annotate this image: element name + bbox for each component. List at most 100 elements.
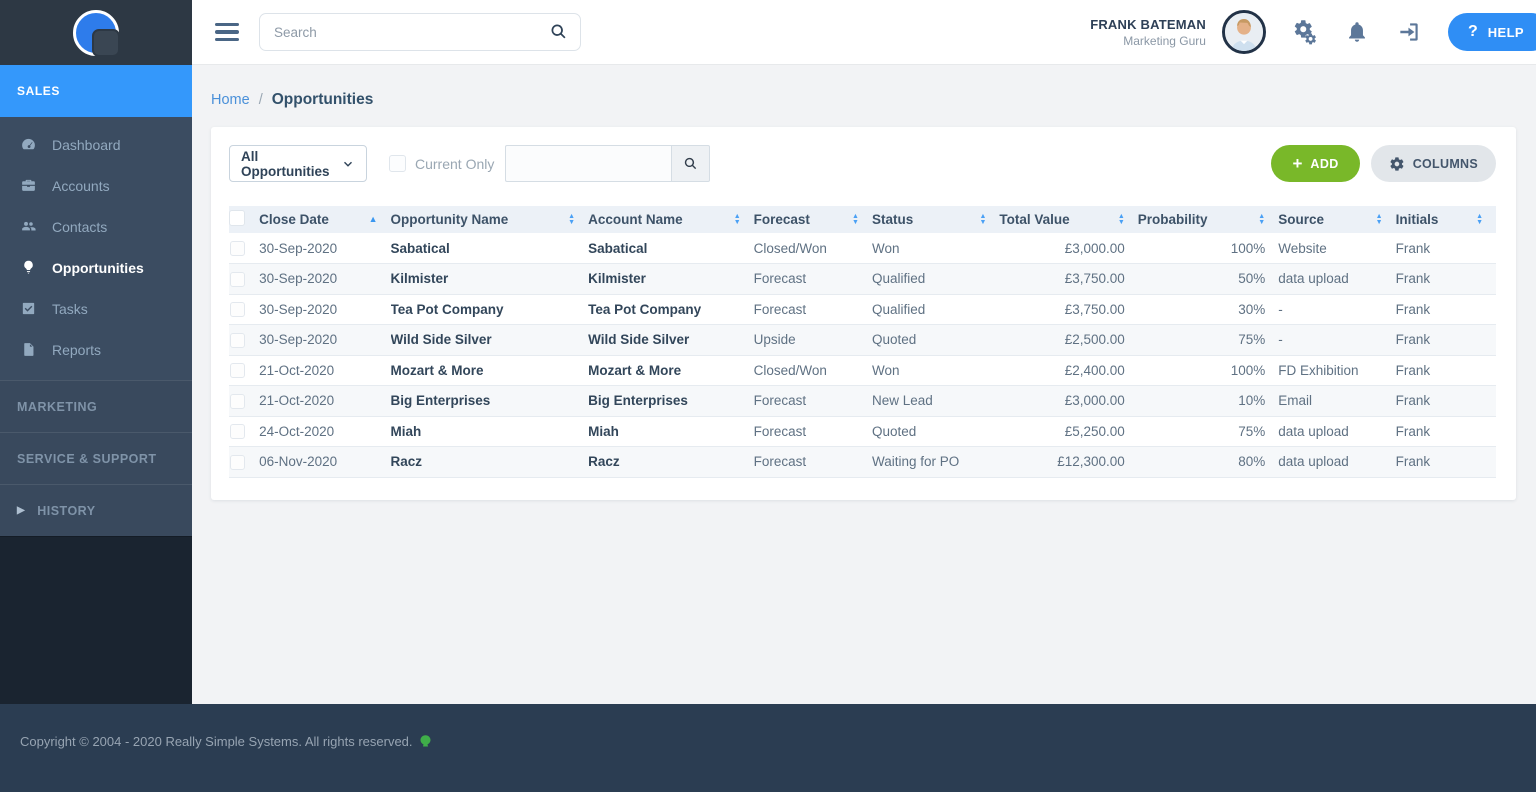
column-header-account-name[interactable]: Account Name ▲ ▼: [588, 206, 754, 233]
cell-forecast: Forecast: [753, 423, 807, 439]
add-button[interactable]: + ADD: [1271, 145, 1360, 182]
row-checkbox-cell: [229, 325, 259, 356]
global-search-input[interactable]: [259, 13, 581, 51]
cell-initials: Frank: [1395, 423, 1431, 439]
row-checkbox[interactable]: [230, 302, 245, 318]
settings-cogs-icon[interactable]: [1292, 19, 1318, 45]
avatar[interactable]: [1221, 10, 1266, 54]
sort-both-icon: ▲ ▼: [733, 212, 741, 226]
sidebar-section-label: HISTORY: [37, 503, 96, 518]
column-header-forecast[interactable]: Forecast ▲ ▼: [754, 206, 872, 233]
notifications-bell-icon[interactable]: [1344, 19, 1370, 45]
column-header-probability[interactable]: Probability ▲ ▼: [1138, 206, 1278, 233]
column-header-status[interactable]: Status ▲ ▼: [872, 206, 999, 233]
content-area: Home / Opportunities All Opportunities C…: [192, 65, 1536, 704]
row-checkbox-cell: [229, 264, 259, 295]
table-row[interactable]: 30-Sep-2020 Tea Pot Company Tea Pot Compan…: [229, 294, 1496, 325]
row-checkbox[interactable]: [230, 393, 245, 409]
search-icon[interactable]: [548, 21, 569, 42]
row-checkbox[interactable]: [230, 240, 245, 256]
footer: Copyright © 2004 - 2020 Really Simple Sy…: [0, 704, 1536, 792]
cell-opportunity-name: Sabatical: [390, 240, 450, 256]
row-checkbox-cell: [229, 416, 259, 447]
current-only-checkbox[interactable]: [389, 155, 406, 172]
sort-both-icon: ▲ ▼: [979, 212, 987, 226]
sidebar-item-accounts[interactable]: Accounts: [0, 165, 192, 206]
table-row[interactable]: 30-Sep-2020 Kilmister Kilmister Forecast Qua…: [229, 263, 1496, 295]
sidebar-section-service-support[interactable]: SERVICE & SUPPORT: [0, 432, 192, 484]
column-header-close-date[interactable]: Close Date ▲: [259, 206, 390, 233]
app-logo[interactable]: [73, 9, 120, 57]
cell-total-value: £12,300.00: [1057, 454, 1125, 470]
table-row[interactable]: 21-Oct-2020 Mozart & More Mozart & More Clo…: [229, 355, 1496, 386]
sidebar-section-marketing[interactable]: MARKETING: [0, 380, 192, 432]
columns-button[interactable]: COLUMNS: [1370, 145, 1496, 182]
cell-status: New Lead: [871, 393, 933, 409]
row-checkbox[interactable]: [230, 454, 245, 470]
list-search-button[interactable]: [671, 145, 711, 182]
view-filter-select[interactable]: All Opportunities: [229, 145, 367, 182]
gear-icon: [1390, 156, 1404, 171]
sidebar-item-dashboard[interactable]: Dashboard: [0, 124, 192, 165]
cell-account-name: Mozart & More: [588, 362, 682, 378]
column-label: Status: [871, 212, 914, 227]
table-row[interactable]: 30-Sep-2020 Sabatical Sabatical Closed/Won W…: [229, 233, 1496, 264]
sidebar-item-label: Reports: [52, 341, 102, 358]
logo-band: [0, 0, 192, 65]
breadcrumb: Home / Opportunities: [211, 65, 1516, 127]
sort-asc-icon: ▲: [368, 214, 378, 224]
row-checkbox[interactable]: [230, 332, 245, 348]
hamburger-menu-icon[interactable]: [215, 22, 239, 42]
opportunities-card: All Opportunities Current Only + ADD COL…: [211, 127, 1516, 500]
table-row[interactable]: 30-Sep-2020 Wild Side Silver Wild Side Sil…: [229, 324, 1496, 356]
sidebar: SALES Dashboard Accounts Contacts Opport…: [0, 0, 192, 704]
sidebar-item-contacts[interactable]: Contacts: [0, 206, 192, 247]
list-search-input[interactable]: [505, 145, 672, 182]
column-header-opportunity-name[interactable]: Opportunity Name ▲ ▼: [391, 206, 589, 233]
row-checkbox[interactable]: [230, 271, 245, 287]
user-info[interactable]: FRANK BATEMAN Marketing Guru: [1090, 17, 1206, 48]
cell-probability: 50%: [1238, 271, 1266, 287]
breadcrumb-home-link[interactable]: Home: [211, 92, 250, 108]
sidebar-section-sales[interactable]: SALES: [0, 65, 192, 117]
row-checkbox-cell: [229, 386, 259, 417]
sign-out-icon[interactable]: [1396, 19, 1422, 45]
cell-initials: Frank: [1395, 271, 1431, 287]
cell-account-name: Racz: [588, 454, 620, 470]
table-row[interactable]: 06-Nov-2020 Racz Racz Forecast Waiting for P…: [229, 446, 1496, 477]
row-checkbox[interactable]: [230, 363, 245, 379]
select-all-checkbox[interactable]: [229, 210, 245, 226]
table-row[interactable]: 21-Oct-2020 Big Enterprises Big Enterprise…: [229, 385, 1496, 417]
column-header-source[interactable]: Source ▲ ▼: [1278, 206, 1395, 233]
lightbulb-icon: [19, 259, 37, 277]
column-header-total-value[interactable]: Total Value ▲ ▼: [999, 206, 1137, 233]
cell-close-date: 24-Oct-2020: [259, 423, 335, 439]
cell-initials: Frank: [1395, 301, 1431, 317]
list-toolbar: All Opportunities Current Only + ADD COL…: [229, 145, 1496, 182]
column-header-initials[interactable]: Initials ▲ ▼: [1396, 206, 1496, 233]
cell-status: Qualified: [871, 271, 926, 287]
cell-opportunity-name: Kilmister: [390, 271, 449, 287]
table-row[interactable]: 24-Oct-2020 Miah Miah Forecast Quoted £5,250.…: [229, 416, 1496, 447]
select-all-header: [229, 206, 259, 233]
cell-probability: 100%: [1230, 240, 1266, 256]
cell-close-date: 30-Sep-2020: [259, 240, 338, 256]
column-label: Close Date: [259, 212, 329, 227]
cell-total-value: £3,750.00: [1064, 301, 1125, 317]
sidebar-item-reports[interactable]: Reports: [0, 329, 192, 370]
help-button[interactable]: ? HELP: [1447, 13, 1536, 51]
cell-source: -: [1278, 301, 1283, 317]
cell-opportunity-name: Big Enterprises: [390, 393, 491, 409]
add-button-label: ADD: [1310, 156, 1339, 171]
topbar: FRANK BATEMAN Marketing Guru ? HELP: [192, 0, 1536, 65]
chevron-down-icon: [344, 161, 352, 167]
row-checkbox[interactable]: [230, 424, 245, 440]
sidebar-item-tasks[interactable]: Tasks: [0, 288, 192, 329]
cell-probability: 30%: [1238, 301, 1266, 317]
check-square-icon: [19, 300, 37, 318]
cell-forecast: Forecast: [753, 393, 807, 409]
sidebar-item-opportunities[interactable]: Opportunities: [0, 247, 192, 288]
view-filter-value: All Opportunities: [241, 148, 330, 179]
sidebar-section-history[interactable]: ▶ HISTORY: [0, 484, 192, 536]
eco-tree-icon: [420, 735, 431, 747]
